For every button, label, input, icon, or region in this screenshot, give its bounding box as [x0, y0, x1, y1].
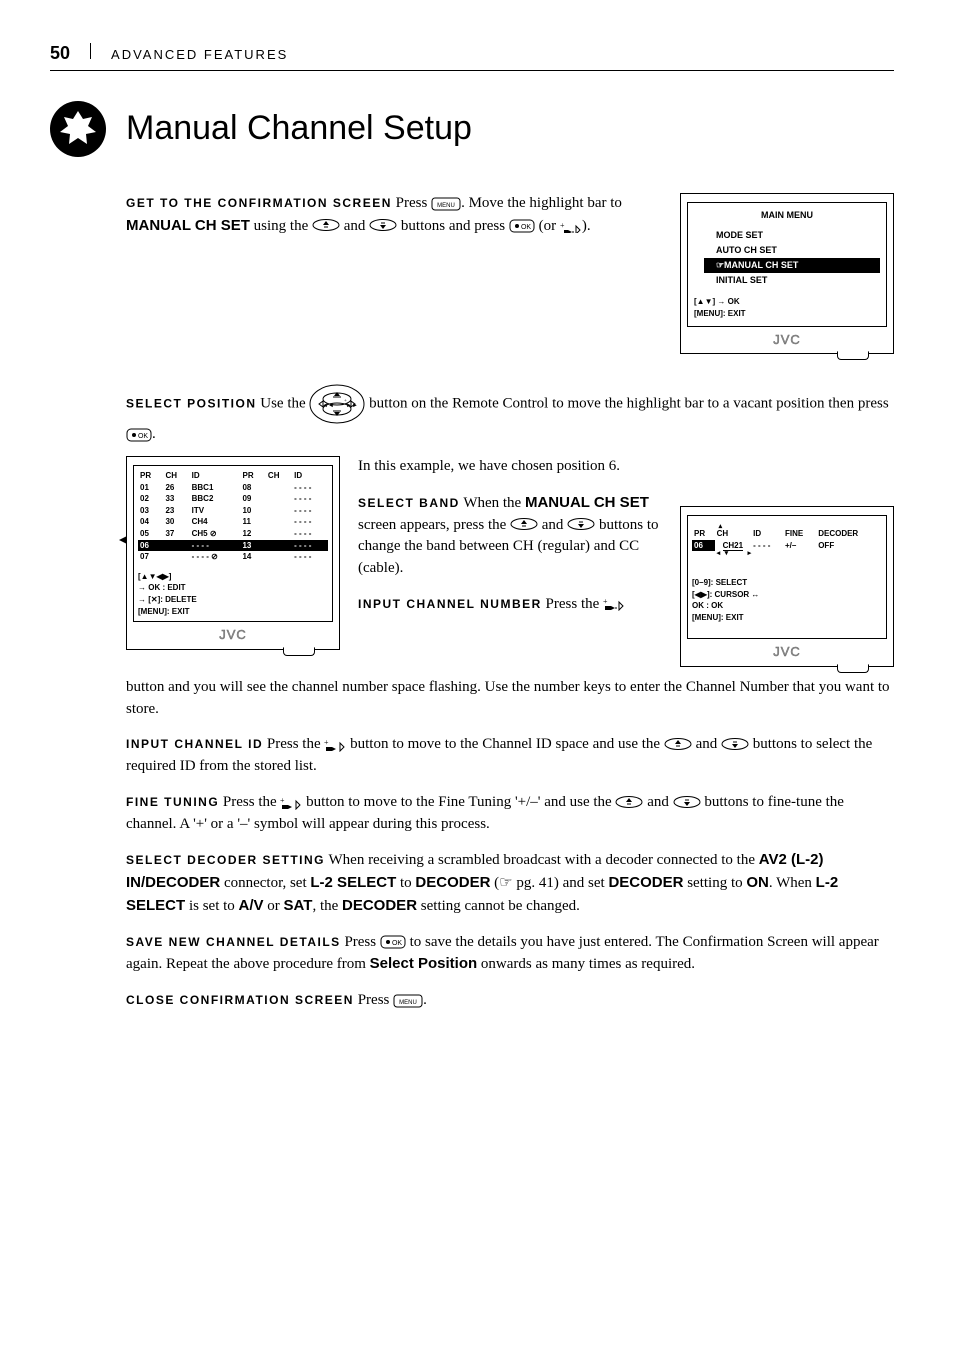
- jvc-logo: JVC: [133, 622, 333, 647]
- svg-text:+: +: [603, 597, 608, 606]
- hint-text: [▲▼◀▶]: [138, 571, 328, 583]
- hint-text: [▲▼] → OK: [694, 296, 880, 308]
- up-button-icon: [615, 796, 643, 810]
- star-badge-icon: [50, 101, 106, 157]
- channel-edit-screen: PR▴CHIDFINEDECODER 06CH21◂▾▸- - - -+/–OF…: [680, 506, 894, 667]
- down-button-icon: [721, 738, 749, 752]
- page-number: 50: [50, 40, 70, 66]
- fwd-button-icon: +: [280, 796, 302, 810]
- ok-button-icon: OK: [126, 428, 152, 442]
- fwd-button-icon: +: [603, 597, 625, 611]
- step-input-ch-number-start: INPUT CHANNEL NUMBER Press the +: [358, 594, 662, 616]
- step-select-position: SELECT POSITION Use the ◄◄►►+ button on …: [126, 384, 894, 446]
- jvc-logo: JVC: [687, 327, 887, 352]
- fwd-button-icon: +: [560, 219, 582, 233]
- step-save-details: SAVE NEW CHANNEL DETAILS Press OK to sav…: [126, 932, 894, 977]
- svg-text:MENU: MENU: [437, 203, 455, 209]
- hint-text: [MENU]: EXIT: [694, 308, 880, 320]
- hint-text: → [✕]: DELETE: [138, 594, 328, 606]
- dpad-icon: ◄◄ ►►+: [309, 384, 365, 424]
- svg-text:+: +: [280, 796, 285, 805]
- menu-button-icon: MENU: [393, 994, 423, 1008]
- screen-title: MAIN MENU: [694, 209, 880, 222]
- hint-text: [0–9]: SELECT: [692, 577, 882, 589]
- title-row: Manual Channel Setup: [50, 101, 894, 157]
- ok-button-icon: OK: [380, 935, 406, 949]
- hint-text: [MENU]: EXIT: [692, 612, 882, 624]
- ok-button-icon: OK: [509, 219, 535, 233]
- menu-item: MODE SET: [714, 228, 880, 243]
- step-input-ch-number-cont: button and you will see the channel numb…: [126, 677, 894, 721]
- down-button-icon: [567, 518, 595, 532]
- step2-example: In this example, we have chosen position…: [358, 456, 662, 478]
- page-header: 50 ADVANCED FEATURES: [50, 40, 894, 71]
- svg-text:+: +: [560, 221, 565, 230]
- step-input-channel-id: INPUT CHANNEL ID Press the + button to m…: [126, 734, 894, 778]
- main-menu-screen: MAIN MENU MODE SET AUTO CH SET ☞MANUAL C…: [680, 193, 894, 354]
- svg-text:OK: OK: [392, 940, 402, 947]
- step-select-decoder: SELECT DECODER SETTING When receiving a …: [126, 849, 894, 917]
- svg-text:OK: OK: [521, 224, 531, 231]
- svg-text:OK: OK: [138, 433, 148, 440]
- step-get-to-confirmation: GET TO THE CONFIRMATION SCREEN Press MEN…: [126, 193, 660, 238]
- step-fine-tuning: FINE TUNING Press the + button to move t…: [126, 792, 894, 836]
- svg-text:◄◄: ◄◄: [322, 403, 334, 409]
- down-button-icon: [673, 796, 701, 810]
- table-row-selected: 06- - - -13- - - -: [138, 540, 328, 552]
- channel-list-screen: PRCHIDPRCHID 0126BBC108- - - - 0233BBC20…: [126, 456, 340, 650]
- hint-text: [MENU]: EXIT: [138, 606, 328, 618]
- edit-table: PR▴CHIDFINEDECODER 06CH21◂▾▸- - - -+/–OF…: [692, 528, 882, 551]
- svg-text:►►: ►►: [346, 403, 358, 409]
- hint-text: → OK : EDIT: [138, 582, 328, 594]
- svg-text:+: +: [324, 738, 329, 747]
- svg-text:+: +: [344, 399, 347, 404]
- menu-item: AUTO CH SET: [714, 243, 880, 258]
- hint-text: [◀▶]: CURSOR ↔: [692, 589, 882, 601]
- jvc-logo: JVC: [687, 639, 887, 664]
- page-title: Manual Channel Setup: [126, 104, 472, 153]
- down-button-icon: [369, 219, 397, 233]
- divider: [90, 43, 91, 59]
- svg-text:MENU: MENU: [399, 1000, 417, 1006]
- step-select-band: SELECT BAND When the MANUAL CH SET scree…: [358, 492, 662, 580]
- menu-button-icon: MENU: [431, 197, 461, 211]
- up-button-icon: [510, 518, 538, 532]
- fwd-button-icon: +: [324, 738, 346, 752]
- menu-item-selected: ☞MANUAL CH SET: [704, 258, 880, 273]
- step-close-confirmation: CLOSE CONFIRMATION SCREEN Press MENU.: [126, 990, 894, 1012]
- up-button-icon: [312, 219, 340, 233]
- section-name: ADVANCED FEATURES: [111, 46, 288, 65]
- channel-table: PRCHIDPRCHID 0126BBC108- - - - 0233BBC20…: [138, 470, 328, 563]
- hint-text: OK : OK: [692, 600, 882, 612]
- up-button-icon: [664, 738, 692, 752]
- menu-item: INITIAL SET: [714, 273, 880, 288]
